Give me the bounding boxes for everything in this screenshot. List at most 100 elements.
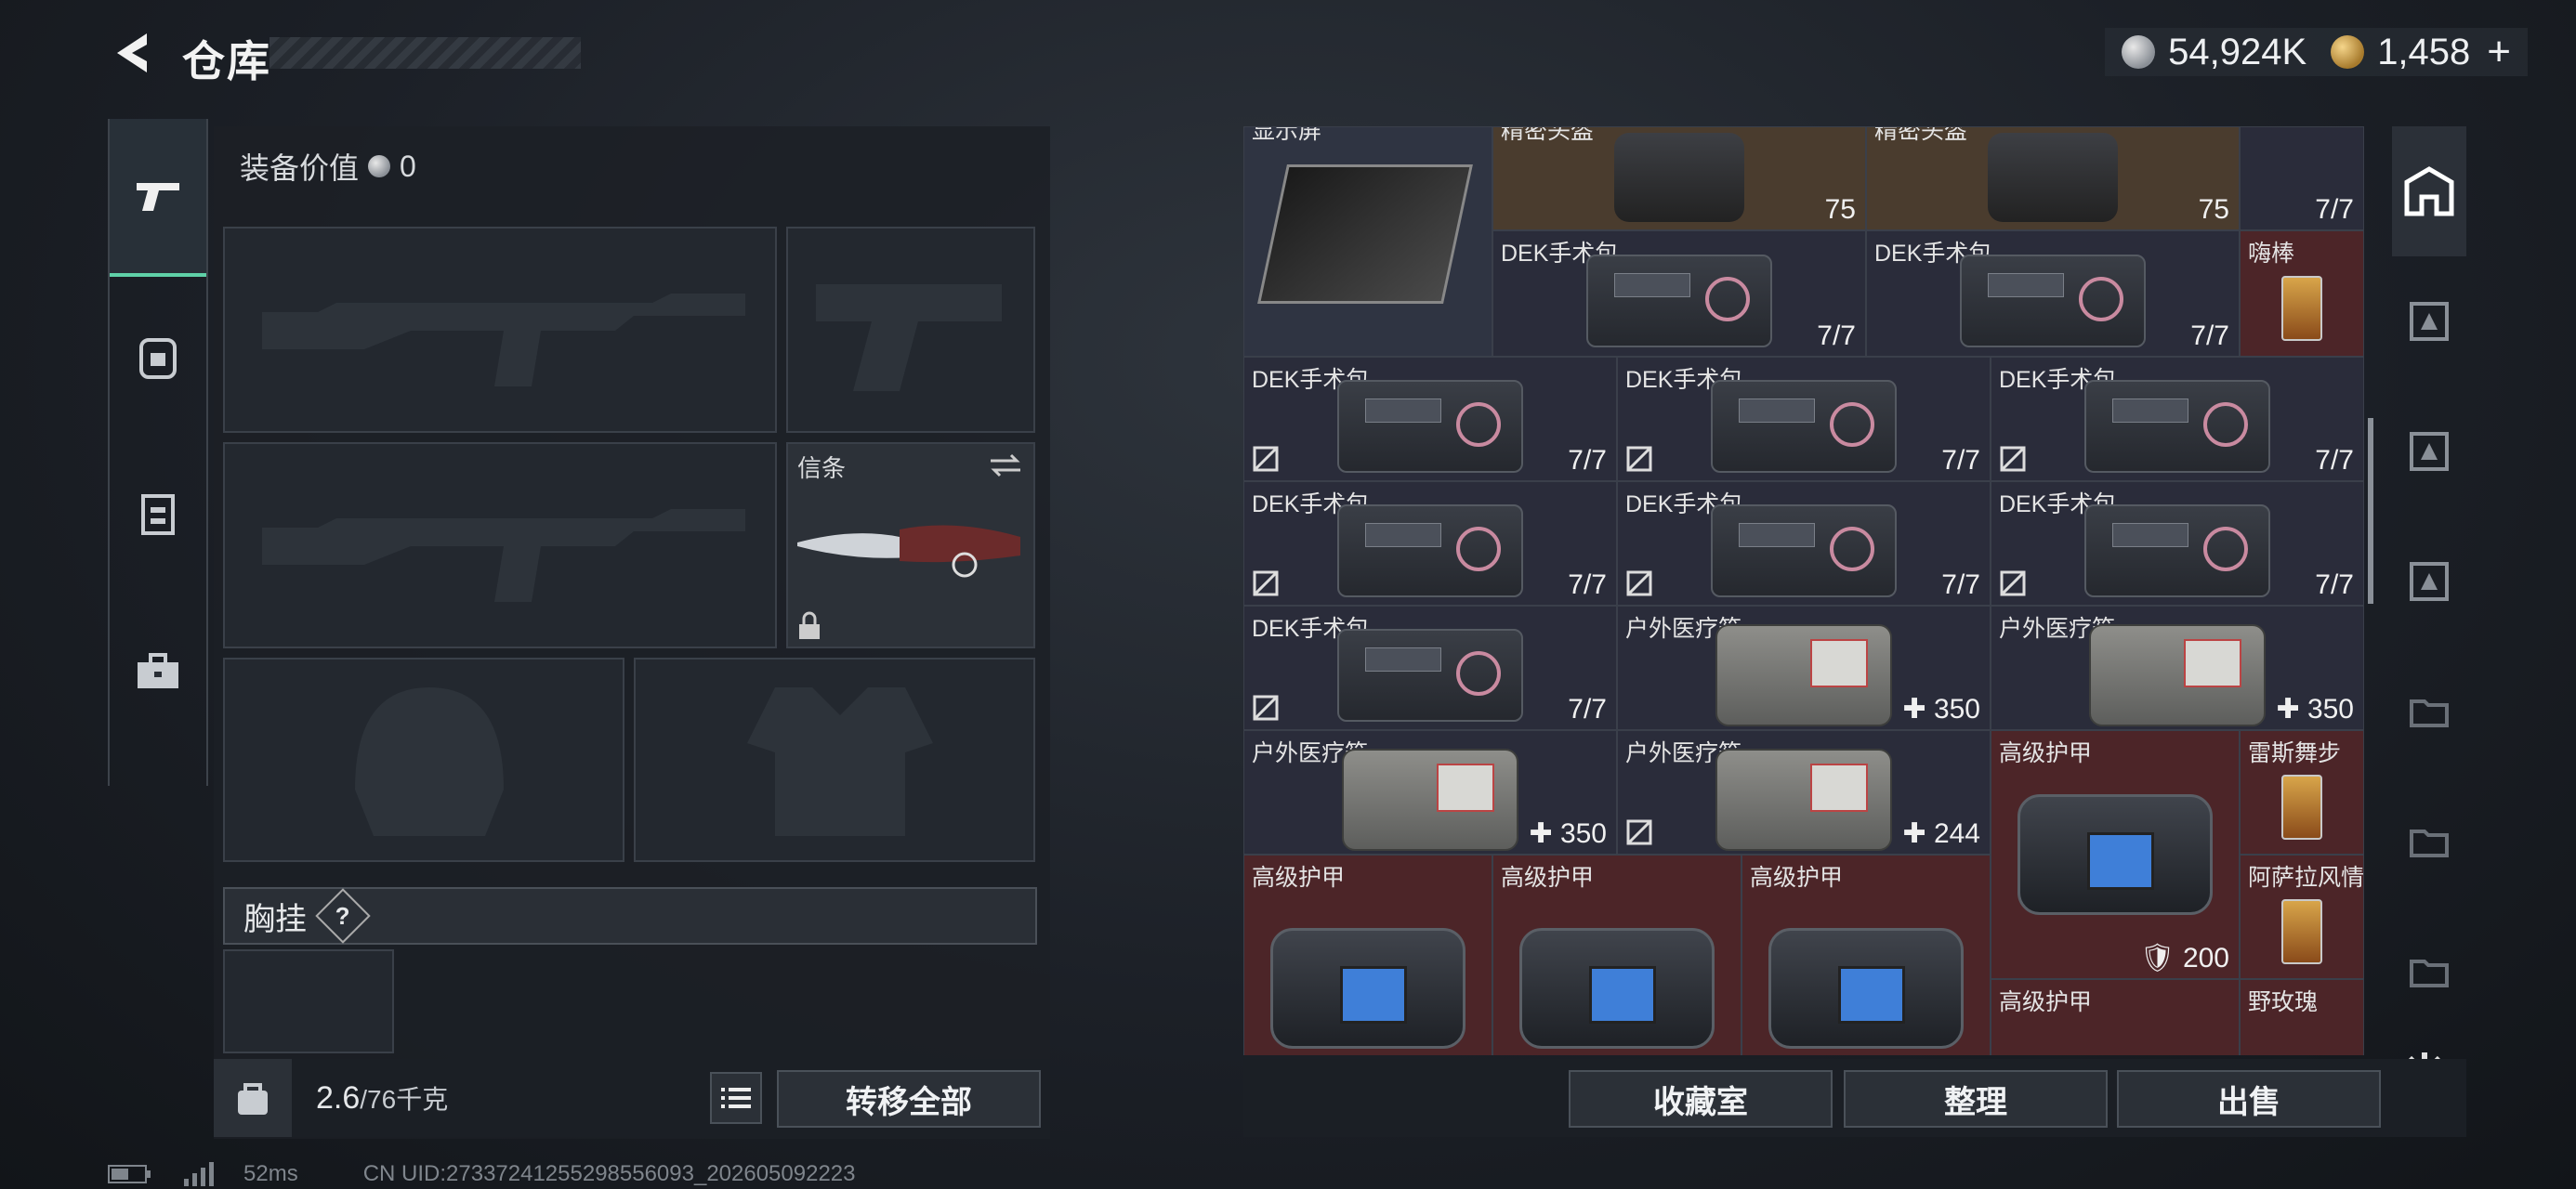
item-name: 精密头盔	[1874, 126, 1968, 144]
help-button[interactable]: ?	[315, 888, 371, 944]
stash-item-med-box[interactable]: 户外医疗箱 ✚ 350	[1991, 606, 2364, 730]
backpack-weight-icon	[214, 1059, 292, 1137]
stash-folder-icon	[2410, 699, 2449, 727]
item-name: 显示屏	[1252, 126, 1322, 144]
helmet-item-icon	[1988, 133, 2118, 222]
sort-button[interactable]: 整理	[1844, 1070, 2108, 1128]
no-insure-icon	[1626, 570, 1652, 596]
stash-page-tab[interactable]	[2392, 256, 2466, 386]
weight-value: 2.6	[316, 1079, 361, 1116]
title-decoration	[269, 37, 581, 69]
stash-item-drink[interactable]: 嗨棒	[2240, 230, 2364, 357]
stash-page-tab[interactable]	[2392, 907, 2466, 1037]
item-quantity: 7/7	[2315, 194, 2354, 225]
stash-scrollbar[interactable]	[2368, 418, 2373, 604]
surgery-kit-icon	[1711, 503, 1897, 597]
stash-page-icon	[2410, 562, 2449, 601]
stash-item-armor[interactable]: 高级护甲	[1991, 979, 2240, 1055]
stash-item-surgery-kit[interactable]: DEK手术包 7/7	[1492, 230, 1866, 357]
tab-case[interactable]	[110, 593, 206, 751]
helmet-slot[interactable]	[223, 658, 624, 862]
primary-weapon-slot[interactable]	[223, 227, 777, 433]
stash-item-surgery-kit[interactable]: DEK手术包 7/7	[1866, 230, 2240, 357]
no-insure-icon	[1253, 570, 1279, 596]
stash-page-tab[interactable]	[2392, 516, 2466, 647]
stash-item-helmet[interactable]: 精密头盔 75	[1492, 126, 1866, 230]
item-name: 野玫瑰	[2248, 989, 2319, 1015]
item-hp-value: 350	[1559, 818, 1607, 849]
stash-item-display[interactable]: 显示屏	[1243, 126, 1492, 357]
stash-item-surgery-kit[interactable]: DEK手术包 7/7	[1617, 481, 1991, 606]
item-name: 雷斯舞步	[2248, 740, 2342, 766]
transfer-all-button[interactable]: 转移全部	[777, 1070, 1041, 1128]
melee-slot[interactable]: 信条	[786, 442, 1035, 648]
category-tabs	[108, 119, 208, 786]
item-name: 嗨棒	[2248, 241, 2295, 267]
stash-item-surgery-kit[interactable]: DEK手术包 7/7	[1243, 481, 1617, 606]
stash-item[interactable]: 7/7	[2240, 126, 2364, 230]
item-quantity: 7/7	[1568, 569, 1607, 600]
secondary-weapon-slot[interactable]	[223, 442, 777, 648]
stash-item-armor[interactable]: 高级护甲	[1243, 855, 1492, 1055]
stash-item-drink[interactable]: 阿萨拉风情	[2240, 855, 2364, 979]
equipment-value: 装备价值 0	[240, 145, 416, 188]
stash-item-armor[interactable]: 高级护甲	[1492, 855, 1741, 1055]
stash-item-drink[interactable]: 雷斯舞步	[2240, 730, 2364, 855]
stash-item-armor[interactable]: 高级护甲 🛡 200	[1991, 730, 2240, 979]
item-quantity: 7/7	[2315, 445, 2354, 476]
item-name: 高级护甲	[1999, 740, 2093, 766]
swap-icon[interactable]	[987, 451, 1024, 479]
drink-icon	[2281, 276, 2322, 342]
stash-item-drink[interactable]: 野玫瑰	[2240, 979, 2364, 1055]
item-hp-value: 350	[1933, 694, 1980, 725]
signal-icon	[184, 1162, 214, 1186]
add-currency-button[interactable]: +	[2487, 29, 2511, 75]
no-insure-icon	[1253, 695, 1279, 721]
currency-bar: 54,924K 1,458 +	[2105, 28, 2528, 76]
chest-rig-slot[interactable]	[223, 949, 394, 1053]
stash-item-surgery-kit[interactable]: DEK手术包 7/7	[1991, 481, 2364, 606]
stash-home-icon	[2404, 166, 2454, 216]
tab-chest-rig[interactable]	[110, 435, 206, 593]
gold-coin-icon	[2331, 35, 2365, 69]
silver-coin-icon	[368, 155, 391, 177]
stash-item-surgery-kit[interactable]: DEK手术包 7/7	[1617, 357, 1991, 481]
stash-item-surgery-kit[interactable]: DEK手术包 7/7	[1243, 606, 1617, 730]
item-hp: ✚ 350	[1902, 694, 1980, 725]
no-insure-icon	[1253, 446, 1279, 472]
list-view-button[interactable]	[710, 1072, 762, 1124]
med-box-icon	[2089, 623, 2266, 726]
lock-icon	[799, 611, 820, 639]
stash-item-surgery-kit[interactable]: DEK手术包 7/7	[1243, 357, 1617, 481]
item-name: 阿萨拉风情	[2248, 865, 2364, 891]
status-footer: 52ms CN UID:27337241255298556093_2026050…	[108, 1161, 856, 1187]
no-insure-icon	[2000, 570, 2026, 596]
sell-button[interactable]: 出售	[2117, 1070, 2381, 1128]
armor-bag-icon	[2017, 794, 2213, 915]
stash-page-tab-active[interactable]	[2392, 126, 2466, 256]
stash-item-helmet[interactable]: 精密头盔 75	[1866, 126, 2240, 230]
surgery-kit-icon	[1586, 255, 1772, 348]
item-durability-value: 200	[2182, 943, 2229, 973]
sidearm-slot[interactable]	[786, 227, 1035, 433]
weight-capacity: /76千克	[360, 1085, 449, 1114]
stash-item-armor[interactable]: 高级护甲	[1741, 855, 1991, 1055]
tab-backpack[interactable]	[110, 277, 206, 435]
back-icon[interactable]	[110, 30, 156, 76]
stash-item-med-box[interactable]: 户外医疗箱 ✚ 350	[1617, 606, 1991, 730]
armor-slot[interactable]	[634, 658, 1035, 862]
stash-page-tab[interactable]	[2392, 386, 2466, 516]
item-durability: 75	[2198, 194, 2229, 225]
help-mark: ?	[335, 901, 350, 930]
tab-weapons[interactable]	[110, 119, 206, 277]
stash-page-tab[interactable]	[2392, 647, 2466, 777]
display-screen-icon	[1257, 164, 1473, 304]
stash-item-med-box[interactable]: 户外医疗箱 ✚ 350	[1243, 730, 1617, 855]
collection-room-button[interactable]: 收藏室	[1569, 1070, 1833, 1128]
stash-item-surgery-kit[interactable]: DEK手术包 7/7	[1991, 357, 2364, 481]
stash-page-tab[interactable]	[2392, 777, 2466, 907]
stash-page-icon	[2410, 302, 2449, 341]
helmet-silhouette-icon	[355, 687, 504, 836]
stash-item-med-box[interactable]: 户外医疗箱 ✚ 244	[1617, 730, 1991, 855]
rifle-silhouette-icon	[262, 509, 745, 602]
